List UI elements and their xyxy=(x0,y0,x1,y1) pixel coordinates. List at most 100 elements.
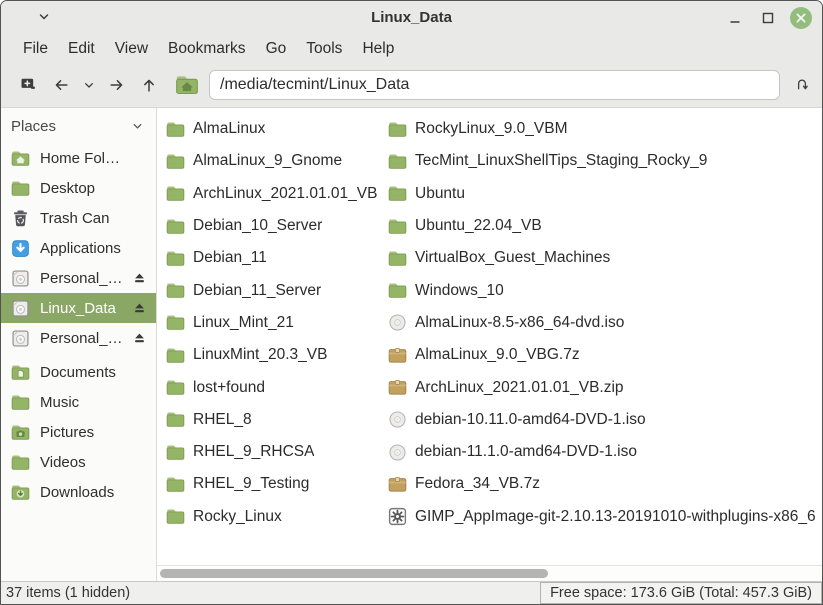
file-name: Linux_Mint_21 xyxy=(193,313,294,331)
forward-arrow-icon xyxy=(110,80,123,90)
folder-item[interactable]: Debian_11_Server xyxy=(165,274,387,306)
folder-icon xyxy=(387,151,408,172)
titlebar: Linux_Data xyxy=(1,1,822,34)
sidebar-item-applications[interactable]: Applications xyxy=(1,233,156,263)
up-button[interactable] xyxy=(133,70,165,100)
file-item[interactable]: ArchLinux_2021.01.01_VB.zip xyxy=(387,371,822,403)
file-item[interactable]: debian-10.11.0-amd64-DVD-1.iso xyxy=(387,404,822,436)
sidebar-item-label: Pictures xyxy=(40,423,95,441)
sidebar-item-music[interactable]: Music xyxy=(1,387,156,417)
file-list-pane: AlmaLinux AlmaLinux_9_Gnome ArchLinux_2021… xyxy=(157,108,822,581)
menu-help[interactable]: Help xyxy=(352,40,404,58)
toolbar xyxy=(1,63,822,108)
menu-edit[interactable]: Edit xyxy=(58,40,105,58)
file-item[interactable]: AlmaLinux-8.5-x86_64-dvd.iso xyxy=(387,307,822,339)
up-arrow-icon xyxy=(144,79,154,92)
sidebar-item-pictures[interactable]: Pictures xyxy=(1,417,156,447)
path-input[interactable] xyxy=(209,70,780,100)
file-name: AlmaLinux_9.0_VBG.7z xyxy=(415,346,580,364)
file-name: ArchLinux_2021.01.01_VB xyxy=(193,184,378,202)
sidebar-item-label: Linux_Data xyxy=(40,299,116,317)
file-item[interactable]: debian-11.1.0-amd64-DVD-1.iso xyxy=(387,436,822,468)
folder-icon xyxy=(165,442,186,463)
sidebar-item-trash-can[interactable]: Trash Can xyxy=(1,203,156,233)
minimize-button[interactable] xyxy=(723,6,747,30)
folder-item[interactable]: TecMint_LinuxShellTips_Staging_Rocky_9 xyxy=(387,145,822,177)
home-location-button[interactable] xyxy=(171,70,203,100)
sidebar-item-videos[interactable]: Videos xyxy=(1,447,156,477)
folder-item[interactable]: RHEL_9_Testing xyxy=(165,468,387,500)
folder-item[interactable]: LinuxMint_20.3_VB xyxy=(165,339,387,371)
folder-item[interactable]: RockyLinux_9.0_VBM xyxy=(387,113,822,145)
folder-icon xyxy=(10,452,31,473)
folder-item[interactable]: VirtualBox_Guest_Machines xyxy=(387,242,822,274)
eject-button[interactable] xyxy=(132,271,147,286)
folder-icon xyxy=(387,248,408,269)
sidebar-item-home-fol[interactable]: Home Fol… xyxy=(1,143,156,173)
chevron-down-icon xyxy=(85,83,93,88)
sidebar-item-linux-data[interactable]: Linux_Data xyxy=(1,293,156,323)
folder-icon xyxy=(165,409,186,430)
folder-pictures-icon xyxy=(10,422,31,443)
folder-downloads-icon xyxy=(10,482,31,503)
back-button[interactable] xyxy=(45,70,77,100)
sidebar-item-label: Desktop xyxy=(40,179,96,197)
menu-bookmarks[interactable]: Bookmarks xyxy=(158,40,256,58)
eject-button[interactable] xyxy=(132,301,147,316)
location-entry-toggle-button[interactable] xyxy=(790,70,814,100)
items-count-text: 37 items (1 hidden) xyxy=(6,585,131,601)
window-body: Places Home Fol… Desktop Trash Can Applicat… xyxy=(1,108,822,581)
folder-item[interactable]: AlmaLinux_9_Gnome xyxy=(165,145,387,177)
new-window-button[interactable] xyxy=(13,70,45,100)
folder-item[interactable]: Rocky_Linux xyxy=(165,501,387,533)
folder-item[interactable]: lost+found xyxy=(165,371,387,403)
menu-tools[interactable]: Tools xyxy=(296,40,352,58)
file-item[interactable]: GIMP_AppImage-git-2.10.13-20191010-withp… xyxy=(387,501,822,533)
forward-button[interactable] xyxy=(101,70,133,100)
places-list: Home Fol… Desktop Trash Can Applications Per… xyxy=(1,143,156,507)
folder-item[interactable]: RHEL_8 xyxy=(165,404,387,436)
close-button[interactable] xyxy=(789,6,813,30)
horizontal-scrollbar-thumb[interactable] xyxy=(160,569,548,578)
file-name: Debian_11 xyxy=(193,249,267,267)
sidebar-item-downloads[interactable]: Downloads xyxy=(1,477,156,507)
menu-view[interactable]: View xyxy=(105,40,158,58)
places-header-label: Places xyxy=(11,118,57,135)
collapse-chevron-icon[interactable] xyxy=(131,120,144,133)
file-name: RockyLinux_9.0_VBM xyxy=(415,120,568,138)
folder-item[interactable]: Debian_10_Server xyxy=(165,210,387,242)
sidebar-item-personal[interactable]: Personal_… xyxy=(1,323,156,353)
folder-item[interactable]: Ubuntu xyxy=(387,178,822,210)
folder-item[interactable]: Debian_11 xyxy=(165,242,387,274)
folder-item[interactable]: Ubuntu_22.04_VB xyxy=(387,210,822,242)
file-name: Rocky_Linux xyxy=(193,507,282,525)
folder-icon xyxy=(165,119,186,140)
places-header[interactable]: Places xyxy=(1,114,156,143)
file-name: ArchLinux_2021.01.01_VB.zip xyxy=(415,378,624,396)
archive-icon xyxy=(387,345,408,366)
maximize-button[interactable] xyxy=(756,6,780,30)
drive-icon xyxy=(10,268,31,289)
folder-item[interactable]: ArchLinux_2021.01.01_VB xyxy=(165,178,387,210)
file-name: Ubuntu_22.04_VB xyxy=(415,217,542,235)
folder-icon xyxy=(165,280,186,301)
file-item[interactable]: Fedora_34_VB.7z xyxy=(387,468,822,500)
file-name: Windows_10 xyxy=(415,281,504,299)
eject-button[interactable] xyxy=(132,331,147,346)
history-dropdown-button[interactable] xyxy=(77,70,101,100)
folder-item[interactable]: AlmaLinux xyxy=(165,113,387,145)
menu-go[interactable]: Go xyxy=(256,40,297,58)
folder-item[interactable]: RHEL_9_RHCSA xyxy=(165,436,387,468)
sidebar-item-label: Documents xyxy=(40,363,116,381)
folder-icon xyxy=(165,506,186,527)
folder-item[interactable]: Linux_Mint_21 xyxy=(165,307,387,339)
sidebar-item-documents[interactable]: Documents xyxy=(1,357,156,387)
folder-icon xyxy=(165,248,186,269)
horizontal-scrollbar[interactable] xyxy=(157,565,822,581)
folder-item[interactable]: Windows_10 xyxy=(387,274,822,306)
file-item[interactable]: AlmaLinux_9.0_VBG.7z xyxy=(387,339,822,371)
trash-icon xyxy=(10,208,31,229)
sidebar-item-desktop[interactable]: Desktop xyxy=(1,173,156,203)
menu-file[interactable]: File xyxy=(13,40,58,58)
sidebar-item-personal[interactable]: Personal_… xyxy=(1,263,156,293)
